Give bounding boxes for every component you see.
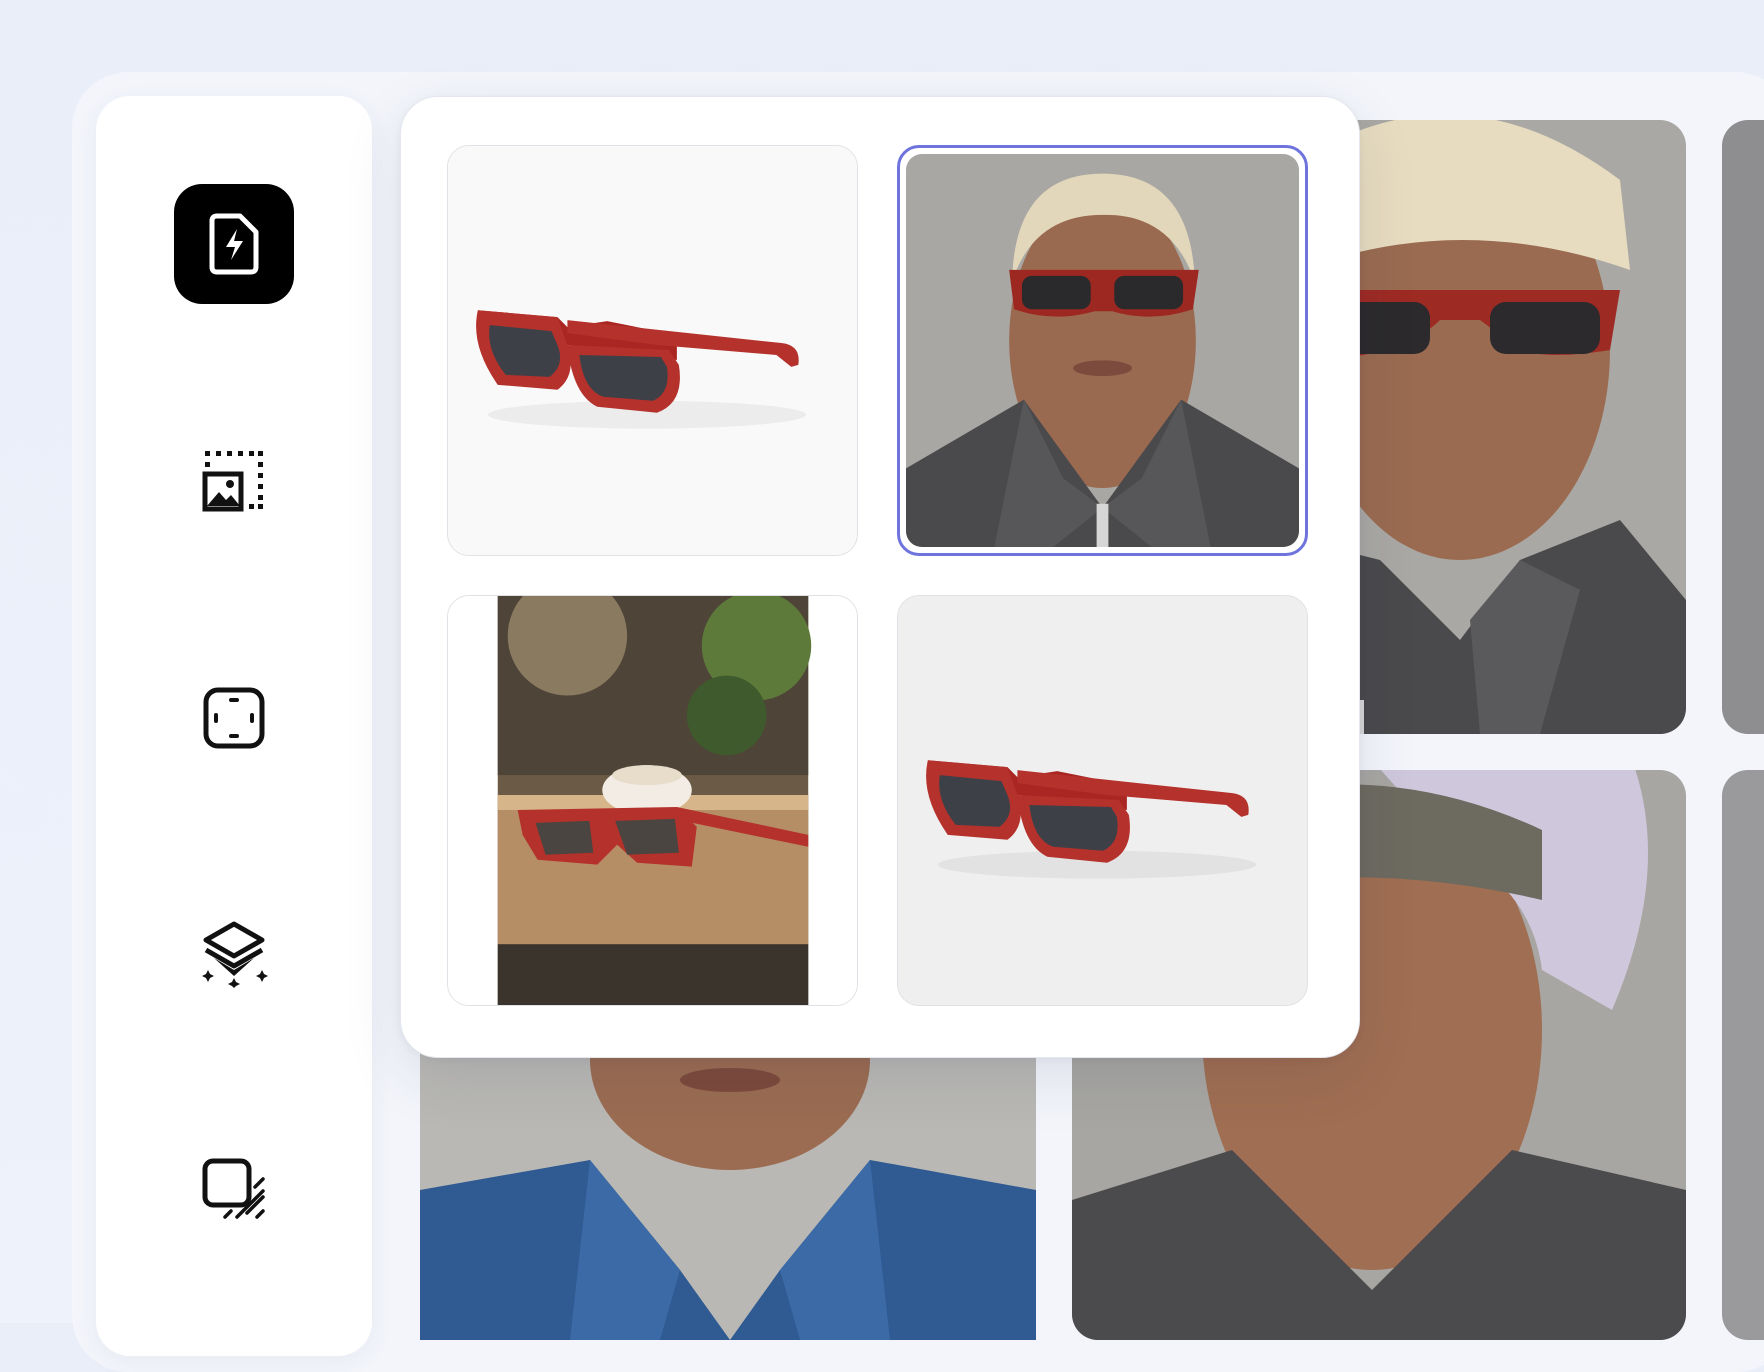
shadow-tool-button[interactable] [174, 1130, 294, 1250]
generate-tool-button[interactable] [174, 184, 294, 304]
shadow-square-icon [202, 1158, 265, 1219]
background-photo-top-edge[interactable] [1722, 120, 1764, 734]
thumbnail-model-portrait-sunglasses[interactable] [897, 145, 1308, 556]
background-photo-top-right[interactable] [1320, 120, 1686, 734]
focus-frame-tool-button[interactable] [174, 658, 294, 778]
background-photo-bottom-left[interactable] [420, 1040, 1036, 1340]
layers-sparkle-tool-button[interactable] [174, 894, 294, 1014]
generate-file-icon [209, 213, 259, 275]
thumbnail-product-sunglasses-white[interactable] [447, 145, 858, 556]
image-crop-tool-button[interactable] [174, 420, 294, 540]
thumbnail-product-sunglasses-grey[interactable] [897, 595, 1308, 1006]
layers-sparkle-icon [202, 921, 268, 988]
image-crop-icon [202, 451, 263, 512]
thumbnail-lifestyle-cafe-table[interactable] [447, 595, 858, 1006]
background-photo-bottom-edge[interactable] [1722, 770, 1764, 1340]
image-picker-popup [400, 96, 1360, 1058]
focus-frame-icon [203, 687, 265, 749]
